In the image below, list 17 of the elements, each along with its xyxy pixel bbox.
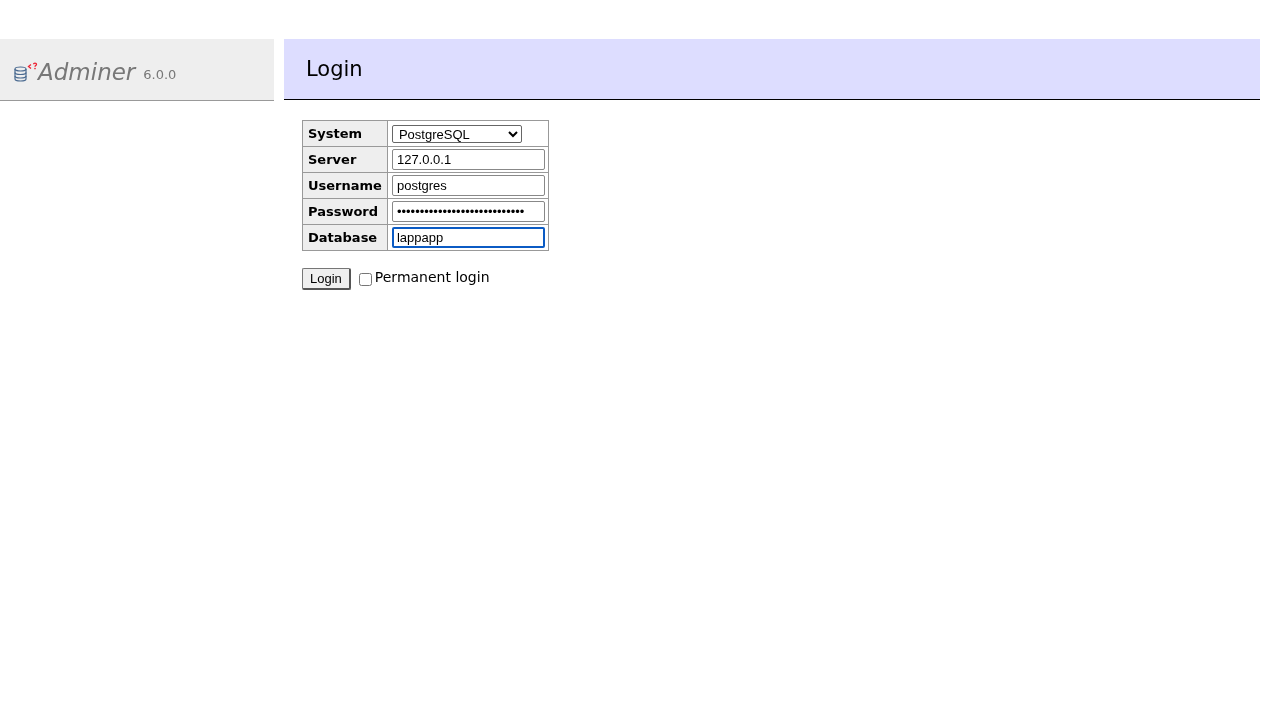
field-label: Server	[302, 146, 388, 173]
input-field[interactable]: postgres	[391, 175, 545, 196]
database-icon	[14, 61, 38, 82]
login-button[interactable]: Login	[302, 268, 351, 290]
app-name[interactable]: Adminer	[38, 57, 136, 86]
input-field[interactable]: lappapp	[391, 227, 545, 248]
field-label: Password	[302, 198, 388, 225]
field-label: Username	[302, 172, 388, 199]
field-label: System	[302, 120, 388, 147]
field-label: Database	[302, 224, 388, 251]
version-label: 6.0.0	[143, 65, 177, 84]
page-header: Login	[284, 39, 1260, 100]
input-field[interactable]: 127.0.0.1	[391, 149, 545, 170]
checkbox[interactable]	[358, 272, 372, 286]
password-field[interactable]: ••••••••••••••••••••••••••••	[391, 201, 545, 222]
checkbox-label[interactable]: Permanent login	[374, 269, 490, 285]
dropdown[interactable]: PostgreSQL	[391, 124, 522, 143]
